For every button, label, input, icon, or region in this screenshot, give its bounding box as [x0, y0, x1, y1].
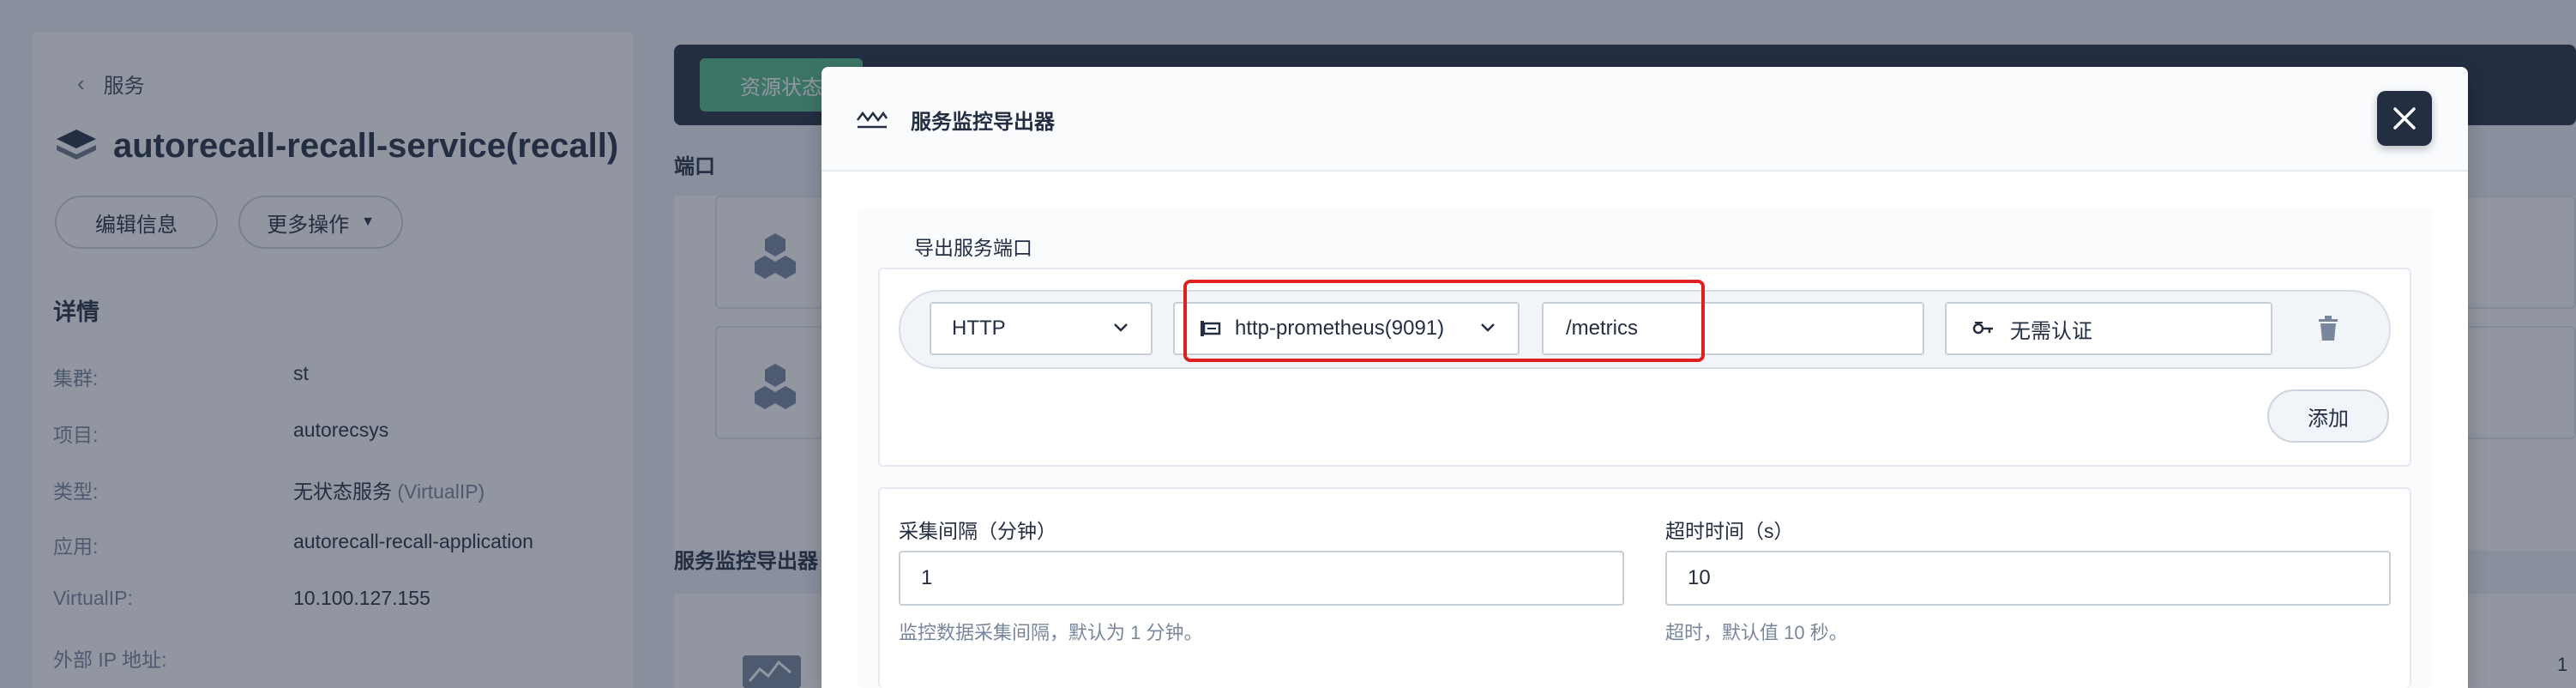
timeout-input[interactable]: 10 — [1665, 551, 2391, 606]
auth-select[interactable]: 无需认证 — [1945, 302, 2272, 355]
interval-hint: 监控数据采集间隔，默认为 1 分钟。 — [899, 622, 1203, 643]
key-icon — [1972, 322, 1993, 335]
annotation-highlight-box — [1183, 280, 1705, 362]
timeout-value: 10 — [1688, 566, 1711, 589]
close-icon — [2393, 107, 2416, 130]
timeout-hint: 超时，默认值 10 秒。 — [1665, 622, 1848, 643]
timeout-label: 超时时间（s） — [1665, 520, 1794, 542]
export-port-label: 导出服务端口 — [914, 237, 1032, 259]
add-port-button[interactable]: 添加 — [2267, 389, 2389, 443]
auth-value: 无需认证 — [2010, 319, 2092, 343]
monitor-wave-icon — [857, 111, 888, 129]
modal-header: 服务监控导出器 — [822, 67, 2468, 172]
protocol-value: HTTP — [952, 317, 1006, 340]
interval-label: 采集间隔（分钟） — [899, 520, 1056, 542]
close-button[interactable] — [2377, 91, 2432, 146]
trash-icon[interactable] — [2317, 316, 2339, 341]
interval-input[interactable]: 1 — [899, 551, 1624, 606]
interval-value: 1 — [921, 566, 933, 589]
chevron-down-icon — [1114, 323, 1128, 332]
protocol-select[interactable]: HTTP — [930, 302, 1153, 355]
modal-title: 服务监控导出器 — [911, 111, 1055, 134]
add-port-label: 添加 — [2308, 407, 2349, 431]
